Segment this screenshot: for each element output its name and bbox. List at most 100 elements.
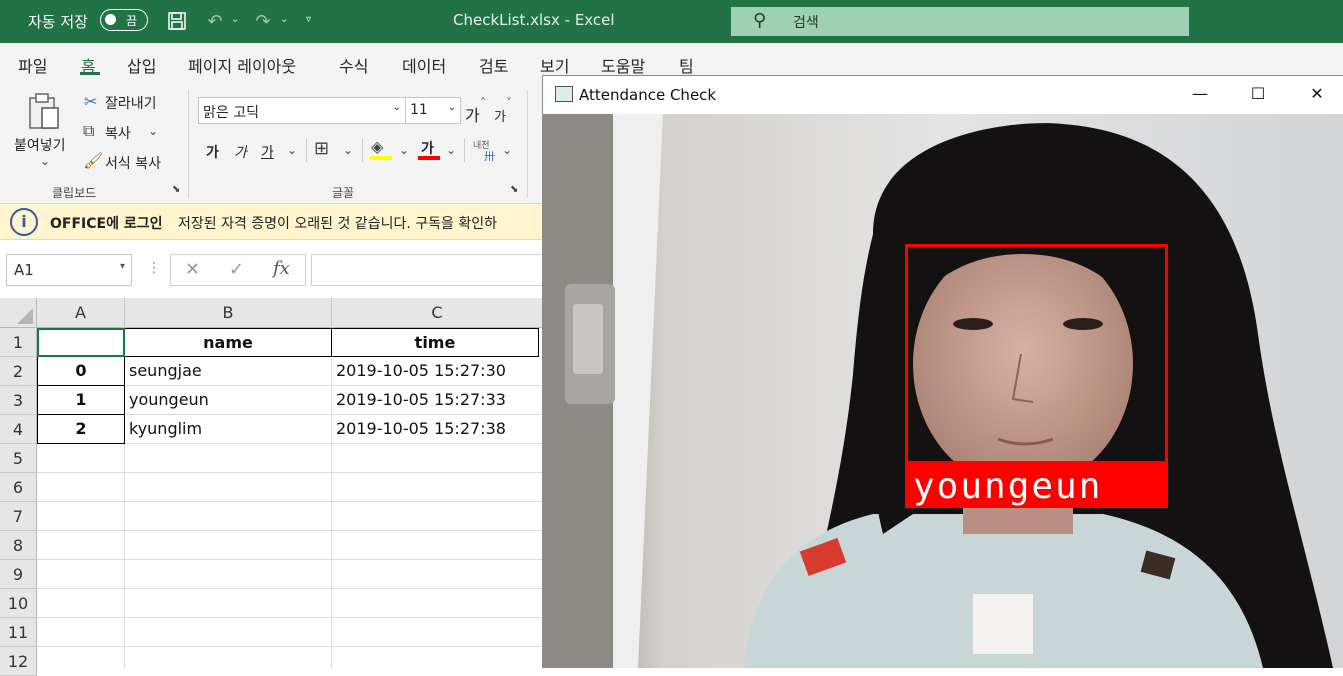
cell-b4[interactable]: kyunglim: [125, 415, 332, 444]
divider: [306, 138, 307, 162]
font-color-swatch: [418, 156, 440, 160]
tab-file[interactable]: 파일: [18, 53, 47, 77]
row-header[interactable]: 10: [0, 589, 37, 618]
close-icon[interactable]: ✕: [1302, 84, 1332, 103]
cell-a4[interactable]: 2: [37, 415, 125, 444]
maximize-icon[interactable]: ☐: [1243, 84, 1273, 103]
font-size-dropdown[interactable]: 11 ⌄: [405, 97, 461, 124]
name-box[interactable]: A1 ▾: [6, 254, 132, 286]
enter-icon[interactable]: ✓: [229, 259, 244, 280]
phonetic-icon: 卅: [484, 150, 495, 163]
divider: [362, 138, 363, 162]
document-title: CheckList.xlsx - Excel: [453, 11, 615, 29]
message-text: 저장된 자격 증명이 오래된 것 같습니다. 구독을 확인하: [178, 216, 497, 232]
more-options-icon[interactable]: ⋮: [147, 260, 161, 276]
cell-b2[interactable]: seungjae: [125, 357, 332, 386]
insert-function-button[interactable]: fx: [273, 258, 290, 279]
tab-help[interactable]: 도움말: [601, 53, 645, 77]
font-name-dropdown[interactable]: 맑은 고딕 ⌄: [198, 97, 406, 124]
cell-a1[interactable]: [37, 328, 125, 357]
tab-page-layout[interactable]: 페이지 레이아웃: [188, 53, 296, 77]
borders-dropdown-icon[interactable]: ⌄: [343, 143, 353, 157]
cell-c1[interactable]: time: [332, 328, 539, 357]
select-all-corner[interactable]: [0, 298, 37, 328]
copy-button[interactable]: 복사: [105, 123, 131, 143]
group-separator: [527, 90, 528, 198]
message-title: OFFICE에 로그인: [50, 216, 163, 232]
font-size-chevron-icon: ⌄: [447, 102, 456, 113]
column-header-c[interactable]: C: [332, 298, 543, 328]
font-color-button[interactable]: 가: [421, 138, 434, 158]
redo-icon[interactable]: ↷: [250, 8, 276, 34]
font-color-dropdown-icon[interactable]: ⌄: [446, 143, 456, 157]
row-header[interactable]: 8: [0, 531, 37, 560]
tab-view[interactable]: 보기: [540, 53, 569, 77]
shrink-font-button[interactable]: 가: [494, 106, 506, 125]
detected-name-label: youngeun: [913, 466, 1103, 507]
font-name-chevron-icon: ⌄: [392, 102, 401, 113]
column-header-b[interactable]: B: [125, 298, 332, 328]
clipboard-paste-icon[interactable]: [26, 92, 64, 132]
undo-icon[interactable]: ↶: [202, 8, 228, 34]
minimize-icon[interactable]: —: [1185, 84, 1215, 103]
row-header[interactable]: 1: [0, 328, 37, 357]
redo-dropdown-icon[interactable]: ⌄: [280, 14, 288, 25]
row-header[interactable]: 6: [0, 473, 37, 502]
save-icon[interactable]: [164, 8, 190, 34]
tab-team[interactable]: 팀: [679, 53, 694, 77]
fill-color-swatch: [370, 156, 392, 160]
undo-dropdown-icon[interactable]: ⌄: [231, 14, 239, 25]
column-header-a[interactable]: A: [37, 298, 125, 328]
autosave-label: 자동 저장: [28, 13, 88, 31]
row-header[interactable]: 9: [0, 560, 37, 589]
clipboard-launcher-icon[interactable]: ⬊: [172, 184, 180, 195]
cell-b1[interactable]: name: [125, 328, 332, 357]
cell-a2[interactable]: 0: [37, 357, 125, 386]
underline-dropdown-icon[interactable]: ⌄: [287, 143, 297, 157]
row-header[interactable]: 5: [0, 444, 37, 473]
row-header[interactable]: 12: [0, 647, 37, 676]
font-name-value: 맑은 고딕: [203, 105, 259, 121]
row-header[interactable]: 2: [0, 357, 37, 386]
format-painter-button[interactable]: 서식 복사: [105, 153, 161, 173]
underline-button[interactable]: 가: [261, 142, 274, 162]
row-header[interactable]: 3: [0, 386, 37, 415]
cell-c3[interactable]: 2019-10-05 15:27:33: [332, 386, 543, 415]
tab-insert[interactable]: 삽입: [127, 53, 156, 77]
fill-color-icon[interactable]: ◈: [371, 137, 383, 156]
cell-c2[interactable]: 2019-10-05 15:27:30: [332, 357, 543, 386]
font-launcher-icon[interactable]: ⬊: [510, 184, 518, 195]
search-box[interactable]: ⚲ 검색: [731, 7, 1189, 36]
autosave-toggle[interactable]: 끔: [100, 9, 148, 31]
row-header[interactable]: 7: [0, 502, 37, 531]
paste-label[interactable]: 붙여넣기: [14, 135, 66, 155]
app-icon: [555, 86, 573, 102]
customize-qat-icon[interactable]: ▿: [306, 14, 311, 25]
name-box-chevron-icon[interactable]: ▾: [120, 261, 125, 272]
italic-button[interactable]: 가: [234, 142, 247, 162]
paste-dropdown-icon[interactable]: ⌄: [40, 154, 50, 168]
cell-a3[interactable]: 1: [37, 386, 125, 415]
cut-button[interactable]: 잘라내기: [105, 93, 157, 113]
copy-dropdown-icon[interactable]: ⌄: [148, 124, 158, 138]
cell-c4[interactable]: 2019-10-05 15:27:38: [332, 415, 543, 444]
shrink-font-caret-icon: ˅: [506, 96, 512, 110]
active-tab-indicator: [80, 72, 100, 75]
tab-data[interactable]: 데이터: [402, 53, 446, 77]
row-header[interactable]: 4: [0, 415, 37, 444]
font-size-value: 11: [410, 102, 428, 118]
copy-icon: ⧉: [83, 121, 95, 140]
tab-review[interactable]: 검토: [479, 53, 508, 77]
tab-formulas[interactable]: 수식: [339, 53, 368, 77]
phonetic-dropdown-icon[interactable]: ⌄: [502, 143, 512, 157]
empty-cells[interactable]: [37, 444, 543, 668]
divider: [464, 138, 465, 162]
grow-font-caret-icon: ˄: [480, 96, 486, 110]
bold-button[interactable]: 가: [206, 142, 219, 162]
row-header[interactable]: 11: [0, 618, 37, 647]
grow-font-button[interactable]: 가: [465, 102, 480, 126]
cell-b3[interactable]: youngeun: [125, 386, 332, 415]
borders-icon[interactable]: ⊞: [314, 138, 329, 159]
cancel-icon[interactable]: ✕: [185, 259, 200, 280]
fill-color-dropdown-icon[interactable]: ⌄: [399, 143, 409, 157]
